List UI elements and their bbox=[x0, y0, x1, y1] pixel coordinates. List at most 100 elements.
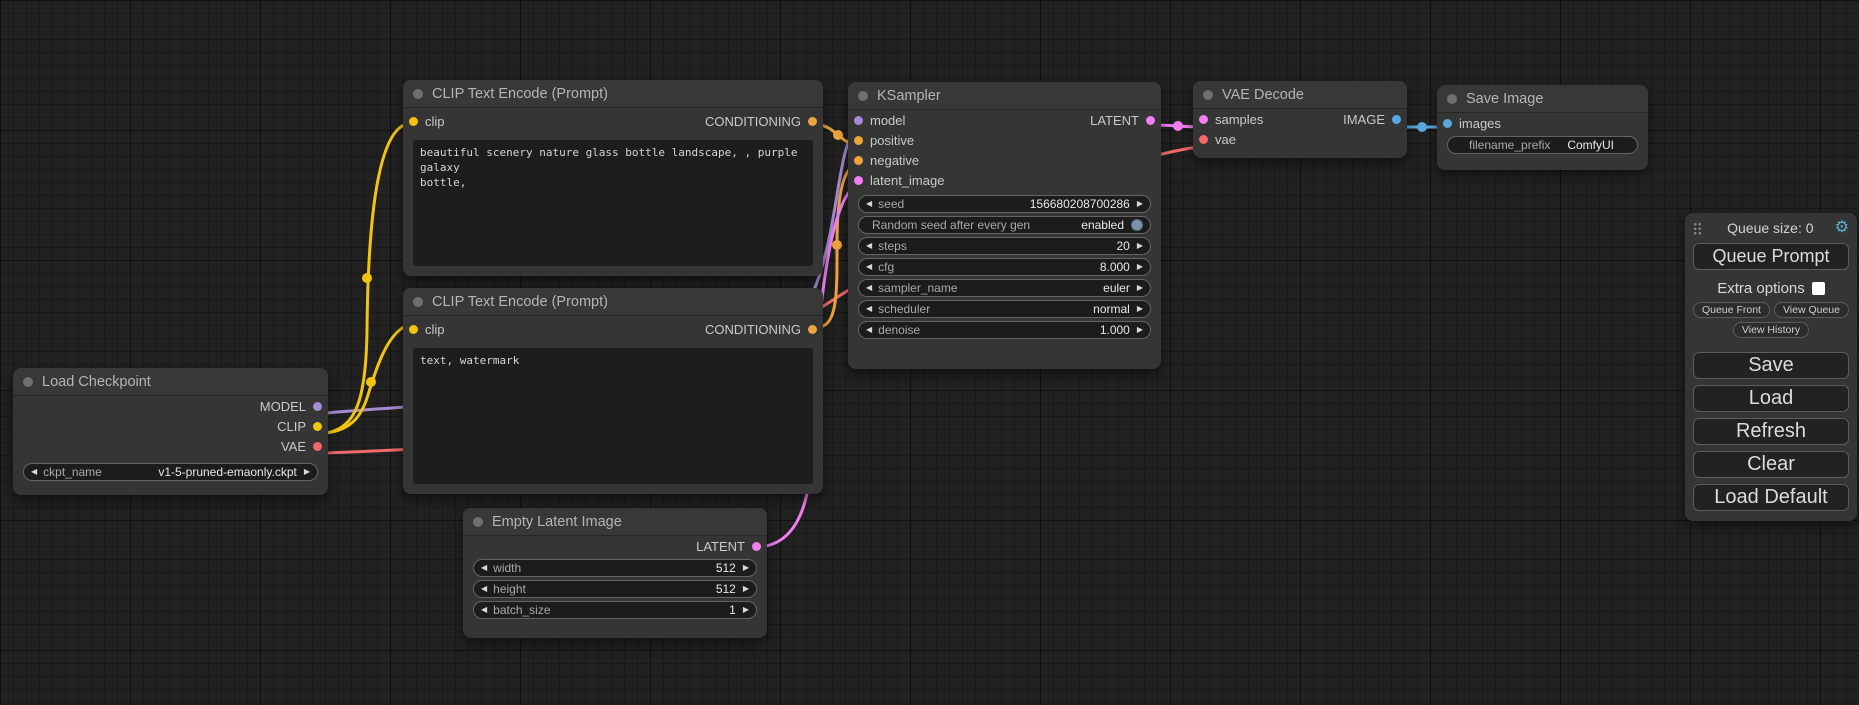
negative-input-dot[interactable] bbox=[854, 156, 863, 165]
node-vae-decode[interactable]: VAE Decode samples IMAGE vae bbox=[1193, 81, 1407, 158]
prev-arrow-icon[interactable]: ◀ bbox=[866, 305, 872, 313]
width-widget[interactable]: ◀ width 512 ▶ bbox=[473, 559, 757, 577]
decrement-arrow-icon[interactable]: ◀ bbox=[481, 564, 487, 572]
clip-input-dot[interactable] bbox=[409, 117, 418, 126]
node-clip-text-encode-positive[interactable]: CLIP Text Encode (Prompt) clip CONDITION… bbox=[403, 80, 823, 276]
output-slot-conditioning[interactable]: CONDITIONING bbox=[705, 114, 817, 129]
model-output-dot[interactable] bbox=[313, 402, 322, 411]
node-title-bar[interactable]: CLIP Text Encode (Prompt) bbox=[403, 288, 823, 316]
output-slot-latent[interactable]: LATENT bbox=[696, 539, 761, 554]
queue-front-button[interactable]: Queue Front bbox=[1693, 302, 1770, 318]
height-widget[interactable]: ◀ height 512 ▶ bbox=[473, 580, 757, 598]
collapse-dot-icon[interactable] bbox=[858, 91, 868, 101]
toggle-on-icon[interactable] bbox=[1131, 219, 1143, 231]
queue-panel[interactable]: Queue size: 0 ⚙ Queue Prompt Extra optio… bbox=[1685, 213, 1857, 521]
conditioning-output-dot[interactable] bbox=[808, 117, 817, 126]
input-slot-images[interactable]: images bbox=[1443, 116, 1501, 131]
load-default-button[interactable]: Load Default bbox=[1693, 484, 1849, 511]
output-slot-clip[interactable]: CLIP bbox=[277, 419, 322, 434]
node-title-bar[interactable]: Load Checkpoint bbox=[13, 368, 328, 396]
image-output-dot[interactable] bbox=[1392, 115, 1401, 124]
images-input-dot[interactable] bbox=[1443, 119, 1452, 128]
queue-prompt-button[interactable]: Queue Prompt bbox=[1693, 243, 1849, 270]
output-slot-image[interactable]: IMAGE bbox=[1343, 112, 1401, 127]
view-history-button[interactable]: View History bbox=[1733, 322, 1809, 338]
next-arrow-icon[interactable]: ▶ bbox=[304, 468, 310, 476]
positive-input-dot[interactable] bbox=[854, 136, 863, 145]
latent-output-dot[interactable] bbox=[1146, 116, 1155, 125]
input-slot-samples[interactable]: samples bbox=[1199, 112, 1263, 127]
increment-arrow-icon[interactable]: ▶ bbox=[743, 564, 749, 572]
prev-arrow-icon[interactable]: ◀ bbox=[866, 284, 872, 292]
view-queue-button[interactable]: View Queue bbox=[1774, 302, 1849, 318]
decrement-arrow-icon[interactable]: ◀ bbox=[481, 606, 487, 614]
drag-handle-icon[interactable] bbox=[1693, 222, 1702, 235]
next-arrow-icon[interactable]: ▶ bbox=[1137, 305, 1143, 313]
extra-options-checkbox[interactable] bbox=[1812, 282, 1825, 295]
clear-button[interactable]: Clear bbox=[1693, 451, 1849, 478]
increment-arrow-icon[interactable]: ▶ bbox=[743, 585, 749, 593]
increment-arrow-icon[interactable]: ▶ bbox=[1137, 326, 1143, 334]
refresh-button[interactable]: Refresh bbox=[1693, 418, 1849, 445]
node-title-bar[interactable]: CLIP Text Encode (Prompt) bbox=[403, 80, 823, 108]
collapse-dot-icon[interactable] bbox=[1447, 94, 1457, 104]
output-slot-latent[interactable]: LATENT bbox=[1090, 113, 1155, 128]
prompt-textarea[interactable]: text, watermark bbox=[413, 348, 813, 484]
increment-arrow-icon[interactable]: ▶ bbox=[1137, 263, 1143, 271]
input-slot-vae[interactable]: vae bbox=[1199, 132, 1236, 147]
samples-input-dot[interactable] bbox=[1199, 115, 1208, 124]
scheduler-widget[interactable]: ◀ scheduler normal ▶ bbox=[858, 300, 1151, 318]
vae-output-dot[interactable] bbox=[313, 442, 322, 451]
latent-image-input-dot[interactable] bbox=[854, 176, 863, 185]
save-button[interactable]: Save bbox=[1693, 352, 1849, 379]
collapse-dot-icon[interactable] bbox=[1203, 90, 1213, 100]
decrement-arrow-icon[interactable]: ◀ bbox=[866, 242, 872, 250]
clip-output-dot[interactable] bbox=[313, 422, 322, 431]
node-clip-text-encode-negative[interactable]: CLIP Text Encode (Prompt) clip CONDITION… bbox=[403, 288, 823, 494]
clip-input-dot[interactable] bbox=[409, 325, 418, 334]
prev-arrow-icon[interactable]: ◀ bbox=[31, 468, 37, 476]
node-title-bar[interactable]: Empty Latent Image bbox=[463, 508, 767, 536]
random-seed-toggle-widget[interactable]: Random seed after every gen enabled bbox=[858, 216, 1151, 234]
decrement-arrow-icon[interactable]: ◀ bbox=[481, 585, 487, 593]
node-title-bar[interactable]: VAE Decode bbox=[1193, 81, 1407, 109]
cfg-widget[interactable]: ◀ cfg 8.000 ▶ bbox=[858, 258, 1151, 276]
latent-output-dot[interactable] bbox=[752, 542, 761, 551]
collapse-dot-icon[interactable] bbox=[413, 89, 423, 99]
model-input-dot[interactable] bbox=[854, 116, 863, 125]
conditioning-output-dot[interactable] bbox=[808, 325, 817, 334]
settings-gear-icon[interactable]: ⚙ bbox=[1835, 220, 1849, 236]
increment-arrow-icon[interactable]: ▶ bbox=[1137, 200, 1143, 208]
decrement-arrow-icon[interactable]: ◀ bbox=[866, 263, 872, 271]
node-ksampler[interactable]: KSampler model LATENT positive negative … bbox=[848, 82, 1161, 369]
node-title-bar[interactable]: Save Image bbox=[1437, 85, 1648, 113]
next-arrow-icon[interactable]: ▶ bbox=[1137, 284, 1143, 292]
decrement-arrow-icon[interactable]: ◀ bbox=[866, 200, 872, 208]
output-slot-model[interactable]: MODEL bbox=[260, 399, 322, 414]
input-slot-positive[interactable]: positive bbox=[854, 133, 914, 148]
load-button[interactable]: Load bbox=[1693, 385, 1849, 412]
node-title-bar[interactable]: KSampler bbox=[848, 82, 1161, 110]
increment-arrow-icon[interactable]: ▶ bbox=[743, 606, 749, 614]
vae-input-dot[interactable] bbox=[1199, 135, 1208, 144]
filename-prefix-widget[interactable]: filename_prefix ComfyUI bbox=[1447, 136, 1638, 154]
node-save-image[interactable]: Save Image images filename_prefix ComfyU… bbox=[1437, 85, 1648, 170]
increment-arrow-icon[interactable]: ▶ bbox=[1137, 242, 1143, 250]
output-slot-conditioning[interactable]: CONDITIONING bbox=[705, 322, 817, 337]
seed-widget[interactable]: ◀ seed 156680208700286 ▶ bbox=[858, 195, 1151, 213]
node-empty-latent-image[interactable]: Empty Latent Image LATENT ◀ width 512 ▶ … bbox=[463, 508, 767, 638]
steps-widget[interactable]: ◀ steps 20 ▶ bbox=[858, 237, 1151, 255]
sampler-name-widget[interactable]: ◀ sampler_name euler ▶ bbox=[858, 279, 1151, 297]
input-slot-clip[interactable]: clip bbox=[409, 114, 445, 129]
collapse-dot-icon[interactable] bbox=[23, 377, 33, 387]
denoise-widget[interactable]: ◀ denoise 1.000 ▶ bbox=[858, 321, 1151, 339]
output-slot-vae[interactable]: VAE bbox=[281, 439, 322, 454]
decrement-arrow-icon[interactable]: ◀ bbox=[866, 326, 872, 334]
prompt-textarea[interactable]: beautiful scenery nature glass bottle la… bbox=[413, 140, 813, 266]
collapse-dot-icon[interactable] bbox=[473, 517, 483, 527]
node-load-checkpoint[interactable]: Load Checkpoint MODEL CLIP VAE ◀ ckpt_na… bbox=[13, 368, 328, 495]
batch-size-widget[interactable]: ◀ batch_size 1 ▶ bbox=[473, 601, 757, 619]
collapse-dot-icon[interactable] bbox=[413, 297, 423, 307]
input-slot-latent-image[interactable]: latent_image bbox=[854, 173, 944, 188]
input-slot-negative[interactable]: negative bbox=[854, 153, 919, 168]
